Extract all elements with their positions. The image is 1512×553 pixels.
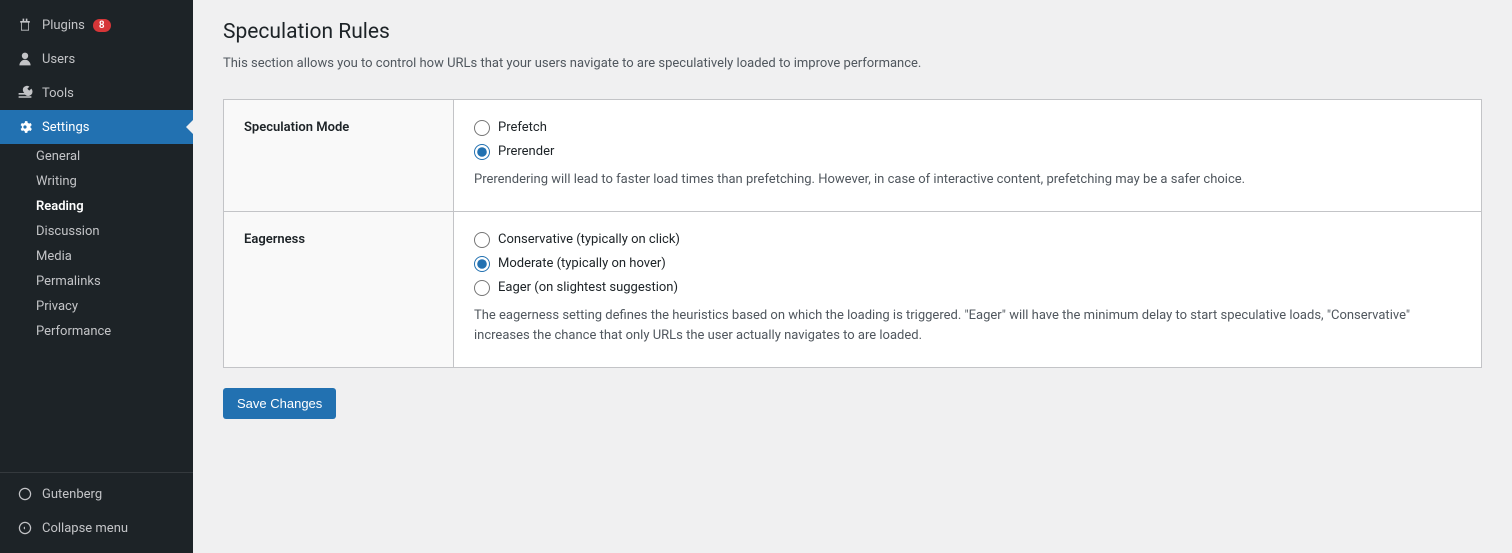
- eagerness-label: Eagerness: [224, 212, 454, 368]
- conservative-label: Conservative (typically on click): [498, 232, 680, 247]
- gutenberg-icon: [16, 485, 34, 503]
- settings-icon: [16, 118, 34, 136]
- collapse-icon: [16, 519, 34, 537]
- plugins-badge: 8: [93, 19, 111, 32]
- eager-option[interactable]: Eager (on slightest suggestion): [474, 280, 1461, 296]
- moderate-radio[interactable]: [474, 256, 490, 272]
- sidebar-item-collapse-label: Collapse menu: [42, 521, 128, 536]
- sidebar-item-settings-label: Settings: [42, 120, 89, 135]
- page-title: Speculation Rules: [223, 20, 1482, 44]
- sidebar-item-tools-label: Tools: [42, 86, 74, 101]
- moderate-label: Moderate (typically on hover): [498, 256, 666, 271]
- sidebar-sub-item-discussion[interactable]: Discussion: [0, 219, 193, 244]
- sidebar-sub-item-performance[interactable]: Performance: [0, 319, 193, 344]
- conservative-radio[interactable]: [474, 232, 490, 248]
- sidebar-item-tools[interactable]: Tools: [0, 76, 193, 110]
- sidebar-sub-item-permalinks[interactable]: Permalinks: [0, 269, 193, 294]
- page-description: This section allows you to control how U…: [223, 54, 1482, 75]
- main-content: Speculation Rules This section allows yo…: [193, 0, 1512, 553]
- sidebar-item-plugins[interactable]: Plugins 8: [0, 8, 193, 42]
- sidebar-sub-item-writing[interactable]: Writing: [0, 169, 193, 194]
- plugin-icon: [16, 16, 34, 34]
- sidebar-item-collapse[interactable]: Collapse menu: [0, 511, 193, 545]
- speculation-mode-desc: Prerendering will lead to faster load ti…: [474, 170, 1461, 191]
- sidebar-item-plugins-label: Plugins: [42, 18, 85, 33]
- speculation-mode-label: Speculation Mode: [224, 100, 454, 211]
- settings-arrow: [186, 119, 194, 135]
- speculation-mode-row: Speculation Mode Prefetch Prerender Prer…: [223, 99, 1482, 211]
- eagerness-row: Eagerness Conservative (typically on cli…: [223, 211, 1482, 369]
- moderate-option[interactable]: Moderate (typically on hover): [474, 256, 1461, 272]
- sidebar-sub-item-reading[interactable]: Reading: [0, 194, 193, 219]
- eagerness-options: Conservative (typically on click) Modera…: [454, 212, 1481, 368]
- prefetch-radio[interactable]: [474, 120, 490, 136]
- sidebar-item-settings[interactable]: Settings: [0, 110, 193, 144]
- eagerness-desc: The eagerness setting defines the heuris…: [474, 306, 1461, 348]
- sidebar-item-gutenberg[interactable]: Gutenberg: [0, 477, 193, 511]
- sidebar-sub-item-general[interactable]: General: [0, 144, 193, 169]
- sidebar-sub-item-privacy[interactable]: Privacy: [0, 294, 193, 319]
- sidebar-sub-item-media[interactable]: Media: [0, 244, 193, 269]
- speculation-mode-options: Prefetch Prerender Prerendering will lea…: [454, 100, 1481, 211]
- sidebar: Plugins 8 Users Tools Settings General W…: [0, 0, 193, 553]
- prefetch-option[interactable]: Prefetch: [474, 120, 1461, 136]
- sidebar-item-gutenberg-label: Gutenberg: [42, 487, 102, 502]
- prerender-option[interactable]: Prerender: [474, 144, 1461, 160]
- prerender-radio[interactable]: [474, 144, 490, 160]
- tools-icon: [16, 84, 34, 102]
- save-changes-button[interactable]: Save Changes: [223, 388, 336, 419]
- eager-radio[interactable]: [474, 280, 490, 296]
- prefetch-label: Prefetch: [498, 120, 547, 135]
- sidebar-item-users-label: Users: [42, 52, 75, 67]
- eager-label: Eager (on slightest suggestion): [498, 280, 678, 295]
- conservative-option[interactable]: Conservative (typically on click): [474, 232, 1461, 248]
- sidebar-item-users[interactable]: Users: [0, 42, 193, 76]
- users-icon: [16, 50, 34, 68]
- prerender-label: Prerender: [498, 144, 554, 159]
- page-header: Speculation Rules This section allows yo…: [223, 20, 1482, 75]
